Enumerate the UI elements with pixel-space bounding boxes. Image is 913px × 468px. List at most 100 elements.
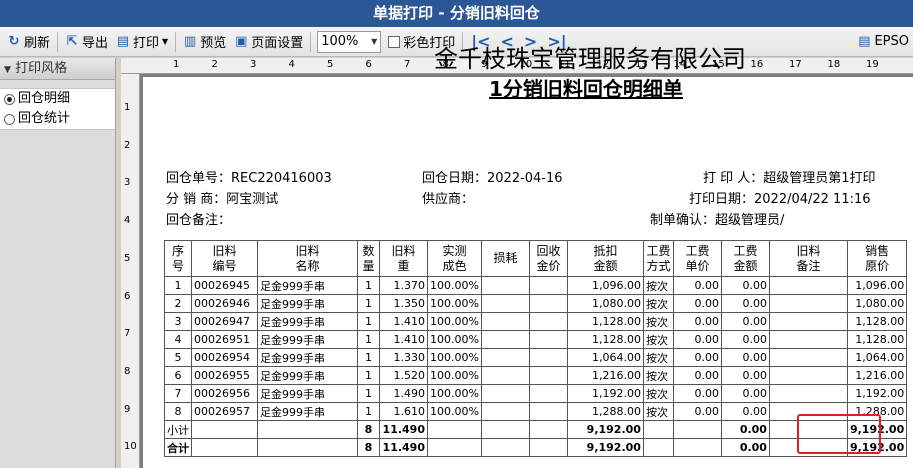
table-cell: 1 xyxy=(357,402,380,421)
table-cell: 1 xyxy=(357,294,380,313)
ruler-tick-label: 8 xyxy=(124,365,131,377)
toolbar-divider xyxy=(175,31,177,52)
table-cell: 6 xyxy=(164,366,192,385)
table-cell: 1,096.00 xyxy=(846,276,908,295)
window-title: 单据打印 - 分销旧料回仓 xyxy=(0,0,913,27)
table-cell xyxy=(768,312,848,331)
checkbox-icon xyxy=(388,35,401,48)
table-cell: 4 xyxy=(164,330,192,349)
toolbar-divider xyxy=(310,31,312,52)
table-cell xyxy=(480,330,530,349)
ruler-tick-label: 6 xyxy=(124,290,131,302)
table-row: 8 00026957 足金999手串 1 1.610 100.00% 1,288.00 按次 0… xyxy=(164,402,908,421)
table-cell: 3 xyxy=(164,312,192,331)
table-cell xyxy=(528,366,568,385)
table-row: 3 00026947 足金999手串 1 1.410 100.00% 1,128.00 按次 0… xyxy=(164,312,908,331)
table-cell xyxy=(528,348,568,367)
table-cell: 1.410 xyxy=(379,312,428,331)
ruler-tick-label: 1 xyxy=(173,59,180,70)
table-cell: 00026945 xyxy=(191,276,258,295)
table-cell xyxy=(642,420,674,439)
print-style-panel: ▼ 打印风格 回仓明细 回仓统计 xyxy=(0,58,116,468)
table-cell: 100.00% xyxy=(427,330,482,349)
table-cell: 足金999手串 xyxy=(257,384,358,403)
table-cell: 旧料 名称 xyxy=(257,240,358,277)
ruler-tick-label: 7 xyxy=(404,59,411,70)
page-setup-icon: ▣ xyxy=(235,33,248,49)
table-cell xyxy=(768,348,848,367)
ruler-tick-label: 10 xyxy=(124,441,137,453)
table-cell: 00026947 xyxy=(191,312,258,331)
table-cell: 1,192.00 xyxy=(846,384,908,403)
table-cell: 按次 xyxy=(642,384,674,403)
printer-select[interactable]: ▤ EPSO xyxy=(853,30,913,54)
chevron-down-icon: ▼ xyxy=(371,37,378,46)
table-cell: 1,064.00 xyxy=(566,348,644,367)
page-setup-label: 页面设置 xyxy=(251,36,304,51)
subtotal-row: 小计 8 11.490 9,192.00 0.00 9,192.00 xyxy=(164,420,908,439)
table-cell: 旧料 备注 xyxy=(768,240,848,277)
table-cell: 1,128.00 xyxy=(846,330,908,349)
export-icon: ⇱ xyxy=(66,33,78,49)
table-cell xyxy=(768,384,848,403)
table-cell: 0.00 xyxy=(720,438,770,457)
table-cell xyxy=(528,330,568,349)
table-cell: 1.410 xyxy=(379,330,428,349)
printed-by: 打 印 人：超级管理员第1打印 xyxy=(703,171,876,186)
distributor: 分 销 商：阿宝测试 xyxy=(166,192,279,207)
table-cell xyxy=(528,294,568,313)
print-style-header[interactable]: ▼ 打印风格 xyxy=(0,58,115,80)
printer-icon: ▤ xyxy=(116,33,130,49)
table-cell: 抵扣 金额 xyxy=(566,240,644,277)
table-cell xyxy=(480,348,530,367)
radio-icon xyxy=(4,113,15,125)
table-cell: 1 xyxy=(357,312,380,331)
export-button[interactable]: ⇱ 导出 xyxy=(61,30,112,54)
table-cell: 旧料 编号 xyxy=(191,240,258,277)
preview-icon: ▥ xyxy=(184,33,197,49)
table-cell: 1,128.00 xyxy=(566,312,644,331)
table-cell: 1 xyxy=(357,276,380,295)
ruler-tick-label: 9 xyxy=(124,403,131,415)
table-cell: 按次 xyxy=(642,366,674,385)
table-cell: 按次 xyxy=(642,330,674,349)
table-cell: 100.00% xyxy=(427,366,482,385)
refresh-button[interactable]: ↻ 刷新 xyxy=(3,30,54,54)
table-cell: 合计 xyxy=(164,438,192,457)
company-name: 金千枝珠宝管理服务有限公司 xyxy=(434,45,746,73)
table-cell: 工费 单价 xyxy=(672,240,722,277)
refresh-label: 刷新 xyxy=(24,36,51,51)
print-style-title: 打印风格 xyxy=(15,61,68,76)
table-cell xyxy=(528,438,568,457)
table-cell xyxy=(528,384,568,403)
table-cell: 0.00 xyxy=(720,276,770,295)
toolbar-divider xyxy=(57,31,59,52)
table-row: 2 00026946 足金999手串 1 1.350 100.00% 1,080.00 按次 0… xyxy=(164,294,908,313)
table-cell: 8 xyxy=(357,438,380,457)
preview-button[interactable]: ▥ 预览 xyxy=(179,30,230,54)
table-cell: 1,080.00 xyxy=(846,294,908,313)
table-cell: 1,216.00 xyxy=(846,366,908,385)
table-cell xyxy=(768,366,848,385)
ruler-tick-label: 4 xyxy=(288,59,295,70)
ruler-tick-label: 3 xyxy=(250,59,257,70)
table-cell: 1 xyxy=(357,348,380,367)
zoom-select[interactable]: 100% ▼ xyxy=(317,30,382,53)
ruler-tick-label: 2 xyxy=(211,59,218,70)
table-cell: 1,096.00 xyxy=(566,276,644,295)
table-row: 6 00026955 足金999手串 1 1.520 100.00% 1,216.00 按次 0… xyxy=(164,366,908,385)
ruler-tick-label: 17 xyxy=(789,59,802,70)
total-row: 合计 8 11.490 9,192.00 0.00 9,192.00 xyxy=(164,438,908,457)
style-option-summary[interactable]: 回仓统计 xyxy=(0,109,115,129)
table-cell xyxy=(191,420,258,439)
preview-label: 预览 xyxy=(200,36,227,51)
table-cell: 0.00 xyxy=(672,402,722,421)
table-cell: 0.00 xyxy=(720,420,770,439)
style-option-detail[interactable]: 回仓明细 xyxy=(0,89,115,109)
page-setup-button[interactable]: ▣ 页面设置 xyxy=(230,30,307,54)
printer-icon: ▤ xyxy=(858,33,871,49)
print-button[interactable]: ▤ 打印 ▼ xyxy=(112,30,172,54)
table-cell: 8 xyxy=(164,402,192,421)
style-option-label: 回仓明细 xyxy=(18,91,71,106)
table-cell xyxy=(480,366,530,385)
